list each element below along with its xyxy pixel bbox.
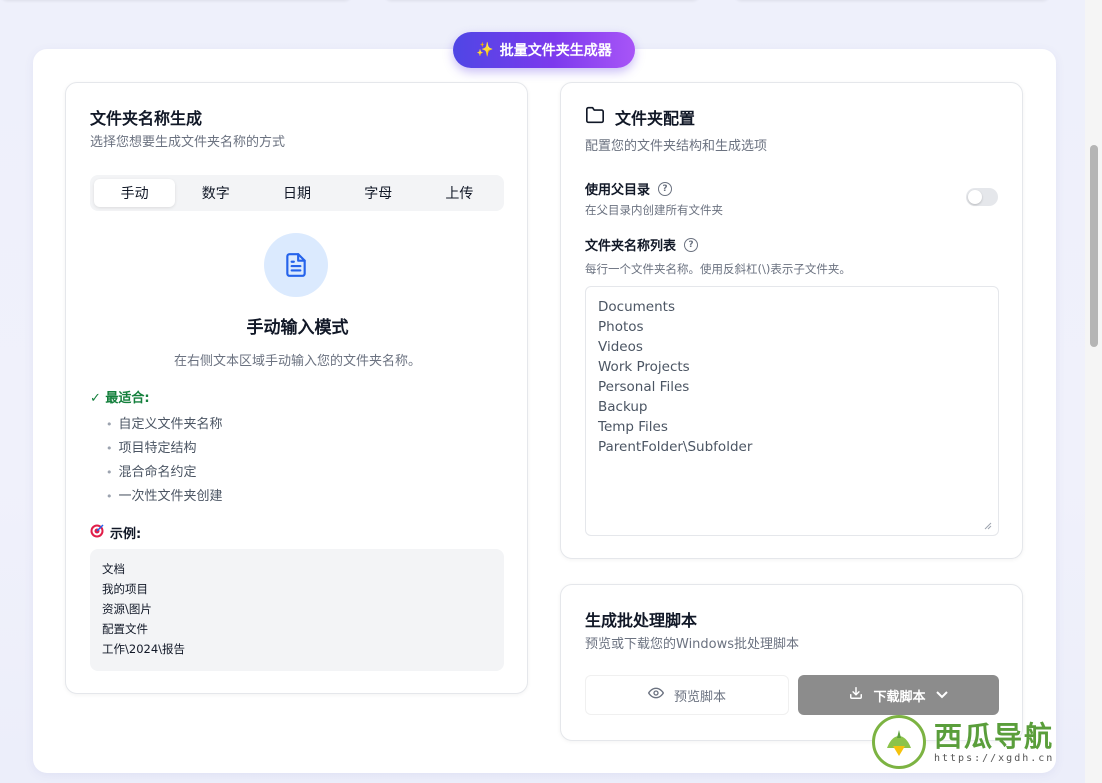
folder-list-hint: 每行一个文件夹名称。使用反斜杠(\)表示子文件夹。 [585, 262, 851, 276]
example-line: 资源\图片 [102, 602, 152, 616]
folder-list-label: 文件夹名称列表 ? [585, 235, 699, 254]
example-line: 我的项目 [102, 582, 148, 596]
previous-section-edge [0, 0, 1085, 2]
tab-numbers[interactable]: 数字 [175, 179, 256, 207]
card-title: 文件夹名称生成 [90, 109, 203, 128]
card-subtitle: 预览或下载您的Windows批处理脚本 [585, 637, 800, 652]
tab-letters[interactable]: 字母 [338, 179, 419, 207]
tool-badge: ✨ 批量文件夹生成器 [453, 32, 635, 68]
preview-script-button[interactable]: 预览脚本 [585, 675, 789, 715]
resize-handle-icon[interactable] [984, 522, 992, 530]
list-item: 自定义文件夹名称 [106, 413, 223, 437]
card-subtitle: 选择您想要生成文件夹名称的方式 [90, 135, 286, 150]
parent-dir-hint: 在父目录内创建所有文件夹 [585, 203, 723, 217]
help-icon[interactable]: ? [684, 237, 699, 252]
tab-upload[interactable]: 上传 [419, 179, 500, 207]
mode-title: 手动输入模式 [246, 318, 349, 338]
list-item: 混合命名约定 [106, 461, 223, 485]
download-icon [849, 686, 863, 704]
tab-manual[interactable]: 手动 [94, 179, 176, 207]
folder-icon [585, 106, 605, 128]
example-heading: 示例: [90, 523, 141, 542]
vertical-scrollbar[interactable] [1085, 0, 1102, 783]
help-icon[interactable]: ? [658, 181, 673, 196]
download-script-button[interactable]: 下载脚本 [798, 675, 999, 715]
parent-dir-label: 使用父目录 ? [585, 179, 673, 198]
watermark-title: 西瓜导航 [934, 719, 1055, 753]
scrollbar-thumb[interactable] [1090, 145, 1098, 347]
card-subtitle: 配置您的文件夹结构和生成选项 [585, 139, 768, 154]
watermark: 西瓜导航 https://xgdh.cn [872, 712, 1082, 772]
example-line: 文档 [102, 562, 125, 576]
list-item: 项目特定结构 [106, 437, 223, 461]
target-icon [90, 523, 104, 542]
example-line: 工作\2024\报告 [102, 642, 186, 656]
name-generation-card: 文件夹名称生成 选择您想要生成文件夹名称的方式 手动 数字 日期 字母 上传 手… [65, 82, 528, 694]
example-line: 配置文件 [102, 622, 148, 636]
watermark-logo-icon [872, 715, 926, 769]
tab-dates[interactable]: 日期 [256, 179, 337, 207]
best-for-list: 自定义文件夹名称 项目特定结构 混合命名约定 一次性文件夹创建 [106, 413, 223, 509]
card-title: 生成批处理脚本 [585, 611, 698, 630]
mode-description: 在右侧文本区域手动输入您的文件夹名称。 [173, 354, 421, 369]
list-item: 一次性文件夹创建 [106, 485, 223, 509]
tool-badge-label: 批量文件夹生成器 [499, 43, 612, 59]
best-for-heading: ✓ 最适合: [90, 391, 150, 406]
sparkles-icon: ✨ [476, 42, 494, 58]
watermark-url: https://xgdh.cn [934, 752, 1055, 764]
card-title: 文件夹配置 [585, 105, 695, 129]
generation-mode-tabs: 手动 数字 日期 字母 上传 [90, 175, 504, 211]
example-box: 文档 我的项目 资源\图片 配置文件 工作\2024\报告 [90, 549, 504, 671]
folder-names-textarea[interactable]: Documents Photos Videos Work Projects Pe… [585, 286, 999, 536]
parent-dir-toggle[interactable] [966, 188, 998, 206]
chevron-down-icon [935, 688, 948, 703]
eye-icon [647, 687, 665, 703]
document-icon [264, 233, 328, 297]
folder-config-card: 文件夹配置 配置您的文件夹结构和生成选项 使用父目录 ? 在父目录内创建所有文件… [560, 82, 1023, 559]
